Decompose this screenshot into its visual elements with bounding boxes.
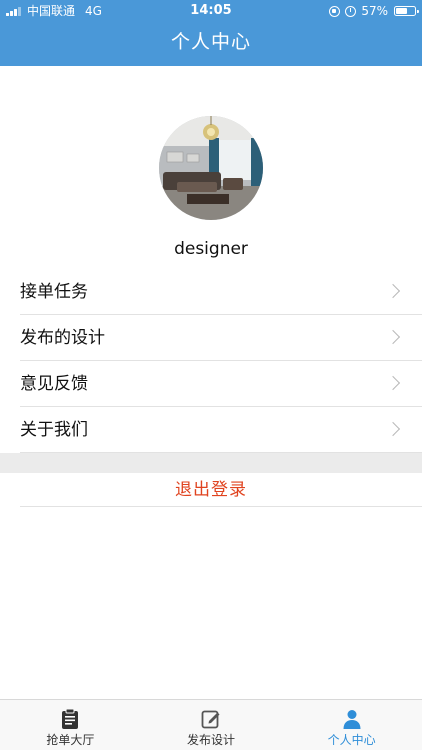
header: 中国联通 4G 14:05 57% 个人中心: [0, 0, 422, 66]
chevron-right-icon: [385, 329, 401, 345]
tab-label: 抢单大厅: [46, 733, 95, 747]
menu-item-label: 意见反馈: [20, 374, 88, 394]
chevron-right-icon: [385, 421, 401, 437]
status-right: 57%: [329, 0, 419, 22]
tab-label: 发布设计: [187, 733, 236, 747]
avatar-image: [159, 116, 263, 220]
menu-item-label: 关于我们: [20, 420, 88, 440]
tab-label: 个人中心: [327, 733, 376, 747]
tab-order-hall[interactable]: 抢单大厅: [0, 700, 141, 750]
chevron-right-icon: [385, 283, 401, 299]
person-icon: [343, 710, 361, 729]
tab-publish-design[interactable]: 发布设计: [141, 700, 282, 750]
menu-list: 接单任务 发布的设计 意见反馈 关于我们: [0, 269, 422, 453]
logout-row: 退出登录: [20, 473, 422, 507]
menu-item-published-designs[interactable]: 发布的设计: [20, 315, 422, 361]
menu-item-about[interactable]: 关于我们: [20, 407, 422, 453]
menu-item-label: 接单任务: [20, 282, 88, 302]
clipboard-icon: [62, 708, 79, 729]
battery-icon: [394, 6, 419, 16]
edit-icon: [201, 710, 220, 729]
logout-button[interactable]: 退出登录: [0, 473, 422, 507]
menu-item-feedback[interactable]: 意见反馈: [20, 361, 422, 407]
orientation-lock-icon: [329, 5, 341, 17]
section-divider: [0, 453, 422, 473]
username: designer: [174, 239, 248, 259]
status-bar: 中国联通 4G 14:05 57%: [0, 0, 422, 22]
avatar[interactable]: [159, 116, 263, 220]
alarm-icon: [345, 5, 357, 17]
page-title: 个人中心: [170, 31, 251, 53]
battery-percent: 57%: [361, 4, 388, 18]
tab-personal-center[interactable]: 个人中心: [281, 700, 422, 750]
tab-bar: 抢单大厅 发布设计 个人中心: [0, 699, 422, 750]
menu-item-label: 发布的设计: [20, 328, 105, 348]
chevron-right-icon: [385, 375, 401, 391]
menu-item-tasks[interactable]: 接单任务: [20, 269, 422, 315]
